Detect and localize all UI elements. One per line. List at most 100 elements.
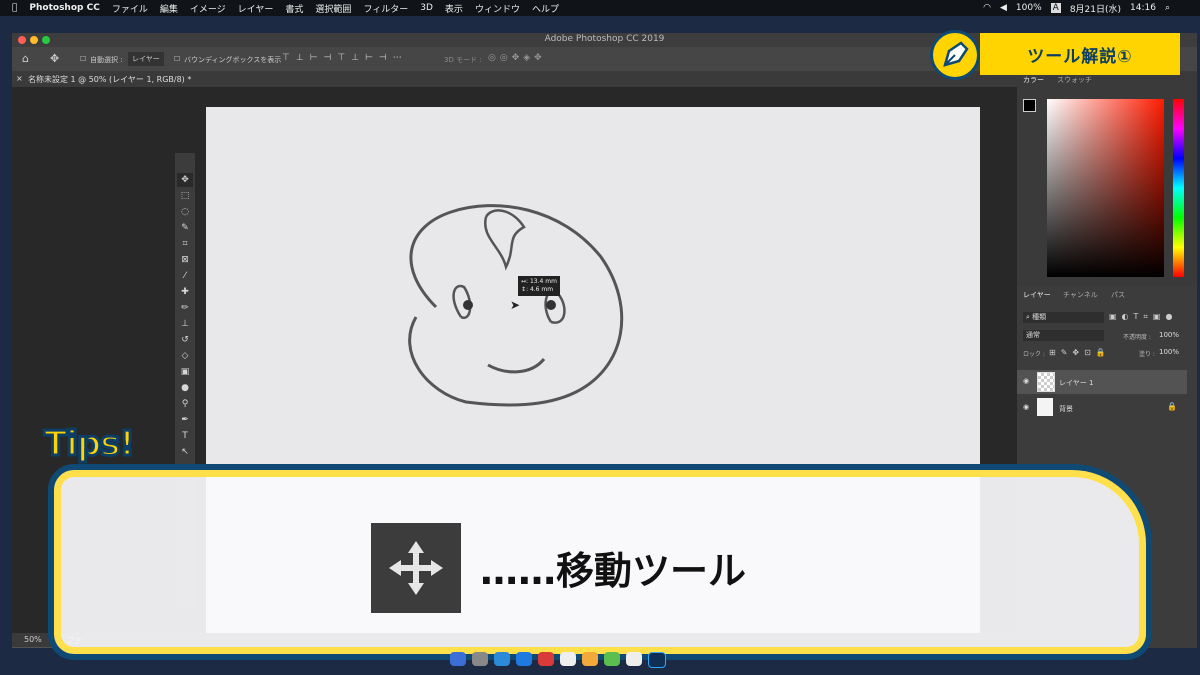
opacity-label: 不透明度 : [1123,334,1151,341]
dock-safari-icon[interactable] [494,652,510,666]
battery-percent[interactable]: 100% [1016,3,1042,13]
tab-paths[interactable]: パス [1111,290,1125,300]
input-source[interactable]: A [1050,3,1061,13]
pen-badge [930,30,980,80]
mode-3d-label: 3D モード : [444,56,482,64]
right-pupil [546,300,556,310]
tab-layers[interactable]: レイヤー [1023,290,1051,300]
move-arrows-icon [389,541,443,595]
history-brush-icon[interactable]: ↺ [177,333,193,347]
menu-file[interactable]: ファイル [112,2,148,15]
left-pupil [463,300,473,310]
eye-icon[interactable]: ◉ [1023,377,1029,385]
layer-filter-kind: 種類 [1032,313,1047,321]
menu-3d[interactable]: 3D [420,3,433,13]
home-icon[interactable]: ⌂ [22,52,29,65]
fill-label: 塗り : [1139,351,1155,358]
readout-height: ↕: 4.6 mm [521,286,554,293]
dock-app-icon[interactable] [582,652,598,666]
auto-select-checkbox[interactable]: ☐ [80,55,86,63]
frame-tool-icon[interactable]: ⊠ [177,253,193,267]
layer-filter-dropdown[interactable]: ⌕ 種類 [1023,312,1104,323]
path-select-tool-icon[interactable]: ↖ [177,445,193,459]
zoom-level[interactable]: 50% [24,635,42,644]
type-tool-icon[interactable]: T [177,429,193,443]
dodge-tool-icon[interactable]: ⚲ [177,397,193,411]
close-tab-icon[interactable]: × [16,74,23,83]
volume-icon[interactable]: ◀ [1000,3,1007,13]
banner-title: ツール解説① [980,33,1180,75]
mac-menubar:  Photoshop CC ファイル 編集 イメージ レイヤー 書式 選択範囲… [0,0,1200,16]
lock-icon: 🔒 [1167,402,1177,411]
dock-app-icon[interactable] [472,652,488,666]
bounding-box-checkbox[interactable]: ☐ [174,55,180,63]
color-picker-field[interactable] [1047,99,1164,277]
dock-app-icon[interactable] [626,652,642,666]
stamp-tool-icon[interactable]: ⊥ [177,317,193,331]
layer-thumbnail [1037,398,1053,416]
fill-value[interactable]: 100% [1159,348,1179,356]
menu-window[interactable]: ウィンドウ [475,2,520,15]
hair-tuft [483,209,526,271]
gradient-tool-icon[interactable]: ▣ [177,365,193,379]
tab-color[interactable]: カラー [1023,75,1044,85]
spotlight-icon[interactable]: ⌕ [1165,3,1170,13]
foreground-color-swatch[interactable] [1023,99,1036,112]
tab-swatches[interactable]: スウォッチ [1057,75,1092,85]
quick-select-tool-icon[interactable]: ✎ [177,221,193,235]
layer-name: 背景 [1059,405,1073,413]
document-tabs: × 名称未設定 1 @ 50% (レイヤー 1, RGB/8) * [12,71,1017,87]
readout-width: ↔: 13.4 mm [521,278,557,285]
search-icon: ⌕ [1026,313,1030,321]
dock-app-icon[interactable] [516,652,532,666]
menu-layer[interactable]: レイヤー [238,2,274,15]
crop-tool-icon[interactable]: ⌗ [177,237,193,251]
menu-help[interactable]: ヘルプ [532,2,559,15]
move-tool-icon[interactable]: ✥ [177,173,193,187]
dock-app-icon[interactable] [560,652,576,666]
lock-icons[interactable]: ⊞✎✥⊡🔒 [1049,348,1111,357]
hue-slider[interactable] [1173,99,1184,277]
menu-edit[interactable]: 編集 [160,2,178,15]
mac-dock [450,652,730,668]
eraser-tool-icon[interactable]: ◇ [177,349,193,363]
move-tool-preset-icon[interactable]: ✥ [50,52,59,65]
dock-finder-icon[interactable] [450,652,466,666]
menu-app-name[interactable]: Photoshop CC [29,3,99,13]
eye-icon[interactable]: ◉ [1023,403,1029,411]
transform-readout: ↔: 13.4 mm ↕: 4.6 mm [518,276,560,296]
menubar-time[interactable]: 14:16 [1130,3,1156,13]
3d-tools-icon[interactable]: ◎◎✥◈✥ [488,53,546,63]
menu-image[interactable]: イメージ [190,2,226,15]
menu-select[interactable]: 選択範囲 [315,2,351,15]
tab-channels[interactable]: チャンネル [1063,290,1098,300]
mouth [487,357,546,374]
layer-filter-icons[interactable]: ▣◐T⌗▣● [1109,312,1177,322]
layer-select-dropdown[interactable]: レイヤー [128,52,164,66]
cursor-arrow-icon: ➤ [510,298,520,312]
opacity-value[interactable]: 100% [1159,331,1179,339]
healing-brush-icon[interactable]: ✚ [177,285,193,299]
menu-type[interactable]: 書式 [285,2,303,15]
document-tab[interactable]: 名称未設定 1 @ 50% (レイヤー 1, RGB/8) * [28,74,191,85]
menubar-date[interactable]: 8月21日(水) [1070,2,1121,15]
marquee-tool-icon[interactable]: ⬚ [177,189,193,203]
layer-row-layer1[interactable]: ◉ レイヤー 1 [1017,370,1187,394]
dock-app-icon[interactable] [604,652,620,666]
align-buttons-icon[interactable]: ⊤⊥⊢⊣⊤⊥⊢⊣⋯ [282,53,408,63]
dock-photoshop-icon[interactable] [648,652,666,668]
lasso-tool-icon[interactable]: ◌ [177,205,193,219]
brush-tool-icon[interactable]: ✏ [177,301,193,315]
move-tool-tile [371,523,461,613]
wifi-icon[interactable]: ◠ [983,3,991,13]
menu-filter[interactable]: フィルター [363,2,408,15]
blur-tool-icon[interactable]: ● [177,381,193,395]
apple-icon[interactable]:  [12,3,17,13]
menu-view[interactable]: 表示 [445,2,463,15]
bounding-box-label: バウンディングボックスを表示 [184,56,282,64]
dock-app-icon[interactable] [538,652,554,666]
pen-tool-icon[interactable]: ✒ [177,413,193,427]
blend-mode-dropdown[interactable]: 通常 [1023,330,1104,341]
layer-row-background[interactable]: ◉ 背景 🔒 [1017,396,1187,420]
eyedropper-tool-icon[interactable]: ⁄ [177,269,193,283]
